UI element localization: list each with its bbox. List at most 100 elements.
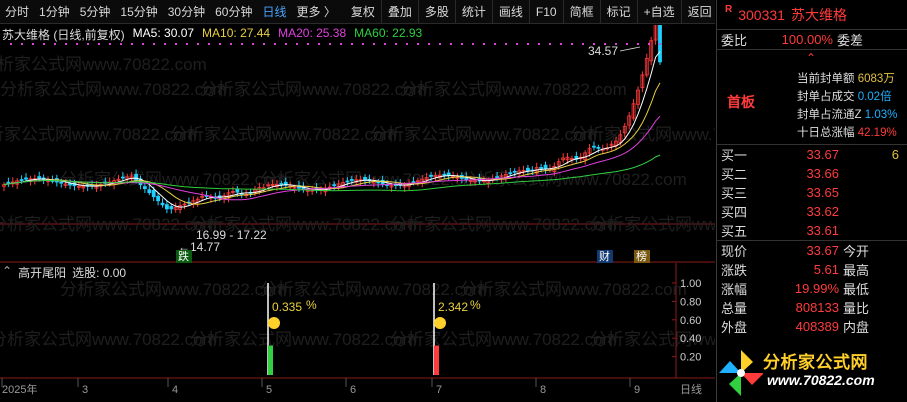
watermark-text: 分析家公式网www.70822.com	[0, 55, 207, 74]
candle-body	[160, 202, 165, 206]
toolbar-button-8[interactable]: +自选	[638, 0, 682, 24]
period-tab-5[interactable]: 60分钟	[210, 0, 257, 24]
signal-dot	[560, 43, 562, 45]
period-tab-6[interactable]: 日线	[257, 0, 291, 24]
candle-body	[164, 204, 169, 210]
candle-body	[6, 181, 11, 184]
candle-body	[411, 181, 416, 183]
watermark-text: 分析家公式网www.70822.com	[200, 80, 427, 99]
watermark-text: 分析家公式网www.70822.com	[0, 330, 217, 349]
period-tab-0[interactable]: 分时	[0, 0, 34, 24]
signal-dot	[76, 43, 78, 45]
x-axis-label: 3	[82, 384, 88, 396]
signal-dot	[406, 43, 408, 45]
quote-summary: 现价 33.67 今开 涨跌 5.61 最高 涨幅 19.99% 最低 总量 808133 量比 外盘 4…	[717, 241, 907, 336]
toolbar-button-7[interactable]: 标记	[601, 0, 638, 24]
quote-row: 涨跌 5.61 最高	[717, 260, 907, 279]
signal-dot	[219, 43, 221, 45]
toolbar-button-1[interactable]: 叠加	[382, 0, 419, 24]
candle-body	[332, 184, 337, 187]
candle-body	[24, 177, 28, 180]
toolbar-button-2[interactable]: 多股	[419, 0, 456, 24]
quote-value: 5.61	[813, 262, 839, 277]
quote-row: 总量 808133 量比	[717, 298, 907, 317]
signal-dot	[483, 43, 485, 45]
watermark-text: 分析家公式网www.70822.com	[0, 125, 197, 144]
signal-1-bar	[268, 345, 273, 375]
x-axis-label: 7	[436, 384, 442, 396]
signal-dot	[54, 43, 56, 45]
period-tab-2[interactable]: 5分钟	[75, 0, 116, 24]
quote-row: 现价 33.67 今开	[717, 241, 907, 260]
bid-price: 33.61	[806, 223, 839, 238]
collapse-up-icon[interactable]: ⌃	[806, 51, 816, 65]
watermark-text: 分析家公式网www.70822.com	[390, 330, 617, 349]
seal-label: 十日总涨幅	[797, 127, 855, 139]
signal-dot	[384, 43, 386, 45]
weibi-value: 100.00%	[781, 32, 833, 47]
quote-label: 外盘	[721, 320, 748, 335]
ma5-label: MA5: 30.07	[132, 26, 195, 40]
candle-body	[442, 173, 447, 176]
seal-row: 封单占成交 0.02倍	[797, 88, 892, 104]
bid-label: 买四	[721, 205, 748, 220]
weicha-label: 委差	[837, 33, 864, 48]
period-tab-1[interactable]: 1分钟	[34, 0, 75, 24]
watermark-text: 分析家公式网www.70822.com	[390, 215, 617, 234]
quote-row: 涨幅 19.99% 最低	[717, 279, 907, 298]
toolbar-button-9[interactable]: 返回	[682, 0, 719, 24]
quote-row: 外盘 408389 内盘	[717, 317, 907, 336]
signal-dot	[505, 43, 507, 45]
cai-badge: 财	[599, 249, 610, 263]
candle-body	[279, 183, 284, 185]
period-tab-3[interactable]: 15分钟	[115, 0, 162, 24]
stock-title: 苏大维格 (日线,前复权)	[2, 28, 125, 42]
signal-dot	[527, 43, 529, 45]
signal-dot	[186, 43, 188, 45]
signal-dot	[538, 43, 540, 45]
toolbar-button-3[interactable]: 统计	[456, 0, 493, 24]
high-price-label: 34.57	[588, 44, 618, 58]
indicator-select: 选股: 0.00	[72, 266, 127, 280]
signal-dot	[296, 43, 298, 45]
watermark-text: 分析家公式网www.70822.com	[260, 280, 487, 299]
signal-dot	[582, 43, 584, 45]
signal-dot	[153, 43, 155, 45]
candle-body	[345, 180, 350, 183]
signal-dot	[329, 43, 331, 45]
period-tab-7[interactable]: 更多 〉	[291, 0, 340, 24]
toolbar-button-5[interactable]: F10	[530, 0, 564, 24]
quote-value: 33.67	[806, 243, 839, 258]
watermark-text: 分析家公式网www.70822.com	[370, 125, 597, 144]
signal-dot	[131, 43, 133, 45]
signal-dot	[571, 43, 573, 45]
candle-body	[495, 176, 500, 178]
watermark-text: 分析家公式网www.70822.com	[570, 125, 715, 144]
toolbar-button-6[interactable]: 简框	[564, 0, 601, 24]
watermark-text: 分析家公式网www.70822.com	[590, 215, 715, 234]
pinwheel-icon	[719, 350, 763, 396]
bid-price: 33.62	[806, 204, 839, 219]
candle-body	[376, 181, 381, 184]
collapse-arrow-icon[interactable]: ⌃	[2, 264, 12, 278]
watermark-text: 分析家公式网www.70822.com	[170, 125, 397, 144]
signal-dot	[175, 43, 177, 45]
signal-2-bar	[434, 345, 439, 375]
toolbar-button-0[interactable]: 复权	[345, 0, 382, 24]
signal-dot	[648, 43, 650, 45]
toolbar-button-4[interactable]: 画线	[493, 0, 530, 24]
indicator-name[interactable]: 高开尾阳	[18, 264, 66, 280]
quote-label: 现价	[721, 244, 748, 259]
x-axis-unit: 日线	[680, 382, 702, 396]
signal-dot	[373, 43, 375, 45]
kline-chart[interactable]: 分析家公式网www.70822.com 分析家公式网www.70822.com 分析…	[0, 25, 715, 402]
candle-body	[596, 146, 601, 149]
signal-dot	[604, 43, 606, 45]
bid-volume: 6	[891, 147, 899, 162]
signal-dot	[351, 43, 353, 45]
seal-row: 封单占流通Z 1.03%	[797, 106, 897, 122]
signal-dot	[417, 43, 419, 45]
period-tab-4[interactable]: 30分钟	[163, 0, 210, 24]
ma10-label: MA10: 27.44	[202, 26, 271, 40]
candle-body	[349, 179, 354, 181]
